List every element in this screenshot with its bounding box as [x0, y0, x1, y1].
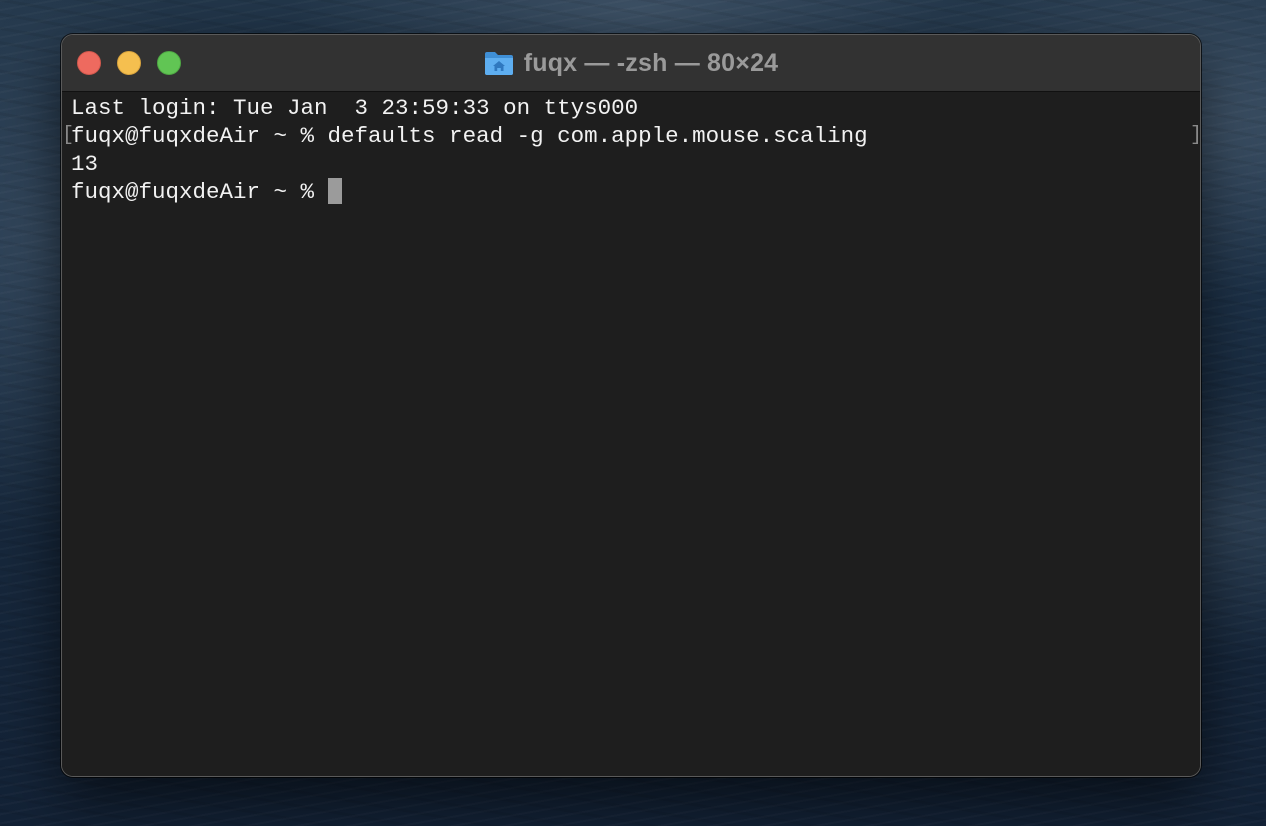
- home-folder-icon: [484, 52, 513, 75]
- terminal-line-login: Last login: Tue Jan 3 23:59:33 on ttys00…: [71, 95, 639, 121]
- terminal-window[interactable]: fuqx — -zsh — 80×24 Last login: Tue Jan …: [61, 34, 1201, 777]
- terminal-line-output: 13: [71, 151, 99, 177]
- window-title: fuqx — -zsh — 80×24: [523, 48, 779, 77]
- terminal-output[interactable]: Last login: Tue Jan 3 23:59:33 on ttys00…: [62, 92, 1200, 776]
- mark-bracket-right: ]: [1190, 124, 1201, 147]
- terminal-line-command: fuqx@fuqxdeAir ~ % defaults read -g com.…: [71, 123, 868, 149]
- terminal-prompt-line[interactable]: fuqx@fuqxdeAir ~ %: [71, 178, 342, 206]
- prompt-text: fuqx@fuqxdeAir ~ %: [71, 179, 328, 205]
- text-cursor: [327, 178, 342, 204]
- title-bar[interactable]: fuqx — -zsh — 80×24: [62, 35, 1200, 92]
- window-title-area: fuqx — -zsh — 80×24: [62, 35, 1200, 91]
